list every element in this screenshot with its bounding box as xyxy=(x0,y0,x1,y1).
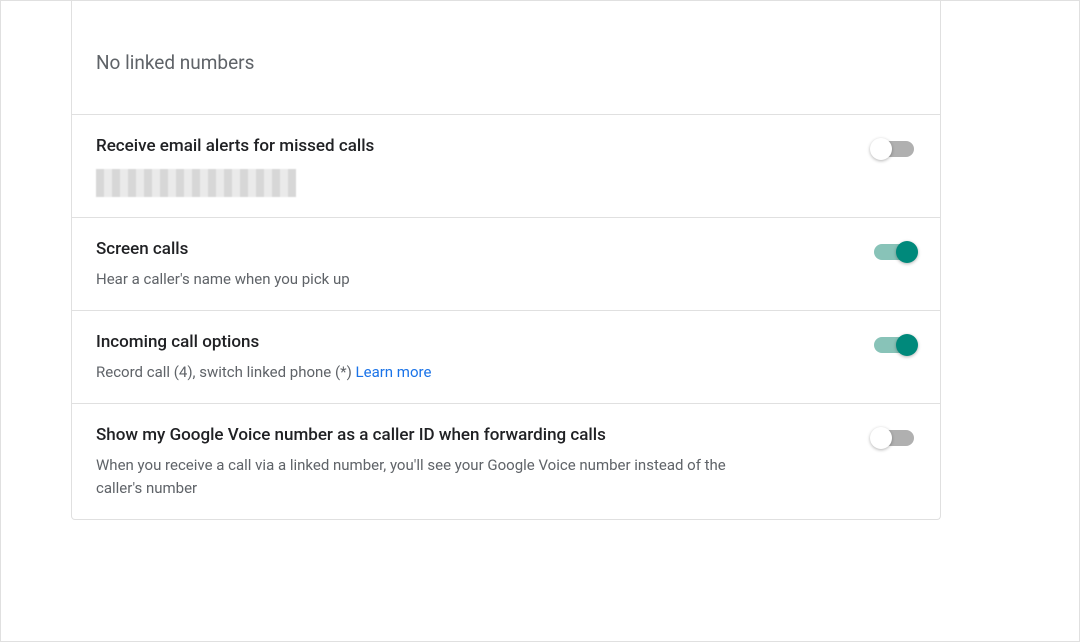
linked-numbers-section: No linked numbers xyxy=(72,1,940,114)
settings-panel-frame: No linked numbers Receive email alerts f… xyxy=(0,0,1080,642)
linked-numbers-header: No linked numbers xyxy=(96,51,916,74)
screen-calls-title: Screen calls xyxy=(96,238,848,262)
incoming-options-desc-text: Record call (4), switch linked phone (*) xyxy=(96,363,356,381)
incoming-options-toggle[interactable] xyxy=(872,335,916,355)
screen-calls-toggle[interactable] xyxy=(872,242,916,262)
email-alerts-title: Receive email alerts for missed calls xyxy=(96,135,848,159)
redacted-email xyxy=(96,169,296,197)
caller-id-description: When you receive a call via a linked num… xyxy=(96,454,736,499)
learn-more-link[interactable]: Learn more xyxy=(356,363,432,381)
screen-calls-description: Hear a caller's name when you pick up xyxy=(96,268,736,291)
incoming-options-title: Incoming call options xyxy=(96,331,848,355)
caller-id-title: Show my Google Voice number as a caller … xyxy=(96,424,848,448)
screen-calls-section: Screen calls Hear a caller's name when y… xyxy=(72,217,940,310)
email-alerts-section: Receive email alerts for missed calls xyxy=(72,114,940,217)
email-alerts-toggle[interactable] xyxy=(872,139,916,159)
settings-card: No linked numbers Receive email alerts f… xyxy=(71,1,941,520)
incoming-options-section: Incoming call options Record call (4), s… xyxy=(72,310,940,403)
caller-id-section: Show my Google Voice number as a caller … xyxy=(72,403,940,519)
incoming-options-description: Record call (4), switch linked phone (*)… xyxy=(96,361,736,384)
caller-id-toggle[interactable] xyxy=(872,428,916,448)
